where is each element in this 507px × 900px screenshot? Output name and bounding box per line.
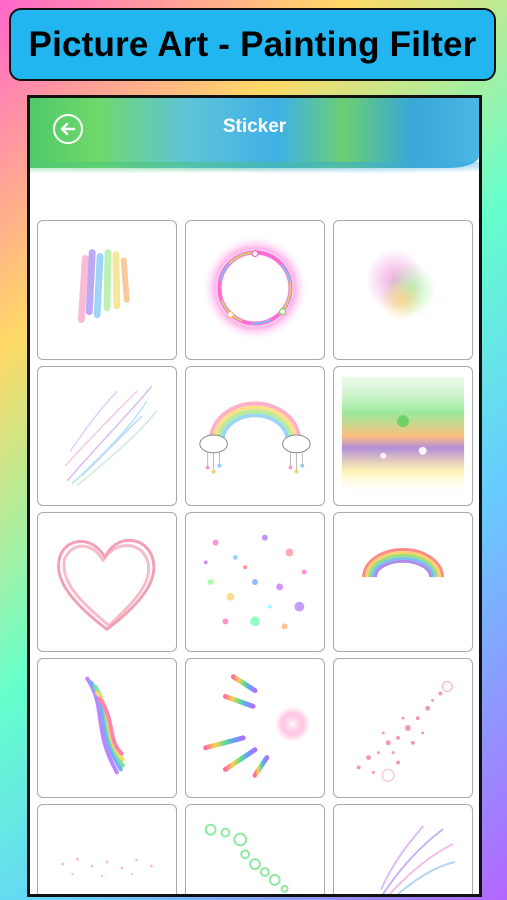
phone-screen: Sticker xyxy=(27,95,482,897)
rainbow-splatter-hearts-icon xyxy=(203,534,307,630)
rainbow-with-clouds-icon xyxy=(199,401,311,474)
sticker-rainbow-wave-stroke[interactable] xyxy=(37,658,177,798)
rainbow-brush-strokes-icon xyxy=(77,249,130,324)
pink-sparkle-trail-icon xyxy=(356,681,453,782)
sticker-rainbow-splatter-hearts[interactable] xyxy=(185,512,325,652)
small-rainbow-arc-icon xyxy=(362,547,444,578)
sticker-grid xyxy=(37,220,473,894)
sticker-small-rainbow-arc[interactable] xyxy=(333,512,473,652)
purple-sparkle-burst-icon xyxy=(380,825,456,894)
sticker-pink-sparkle-dust[interactable] xyxy=(37,804,177,894)
pink-sparkle-dust-icon xyxy=(61,857,153,878)
header-bar: Sticker xyxy=(30,98,479,176)
sticker-purple-sparkle-burst[interactable] xyxy=(333,804,473,894)
pink-heart-outline-icon xyxy=(57,539,156,631)
sticker-pastel-feather-swirls[interactable] xyxy=(37,366,177,506)
sticker-rainbow-with-clouds[interactable] xyxy=(185,366,325,506)
sticker-glowing-rainbow-ring[interactable] xyxy=(185,220,325,360)
sticker-green-bubble-trail[interactable] xyxy=(185,804,325,894)
rainbow-light-leak-icon xyxy=(341,376,465,496)
pastel-feather-swirls-icon xyxy=(64,385,158,487)
sticker-rainbow-smoke-blob[interactable] xyxy=(333,220,473,360)
rainbow-wave-stroke-icon xyxy=(85,676,125,775)
rainbow-smoke-blob-icon xyxy=(365,248,437,320)
sticker-rainbow-capsule-rays[interactable] xyxy=(185,658,325,798)
rainbow-capsule-rays-icon xyxy=(203,674,311,778)
sticker-pink-sparkle-trail[interactable] xyxy=(333,658,473,798)
sticker-rainbow-light-leak[interactable] xyxy=(333,366,473,506)
header-title: Sticker xyxy=(222,116,287,137)
app-title-banner: Picture Art - Painting Filter xyxy=(9,8,496,81)
sticker-pink-heart-outline[interactable] xyxy=(37,512,177,652)
glowing-rainbow-ring-icon xyxy=(201,234,309,342)
sticker-rainbow-brush-strokes[interactable] xyxy=(37,220,177,360)
app-title: Picture Art - Painting Filter xyxy=(28,24,477,64)
green-bubble-trail-icon xyxy=(204,823,289,893)
